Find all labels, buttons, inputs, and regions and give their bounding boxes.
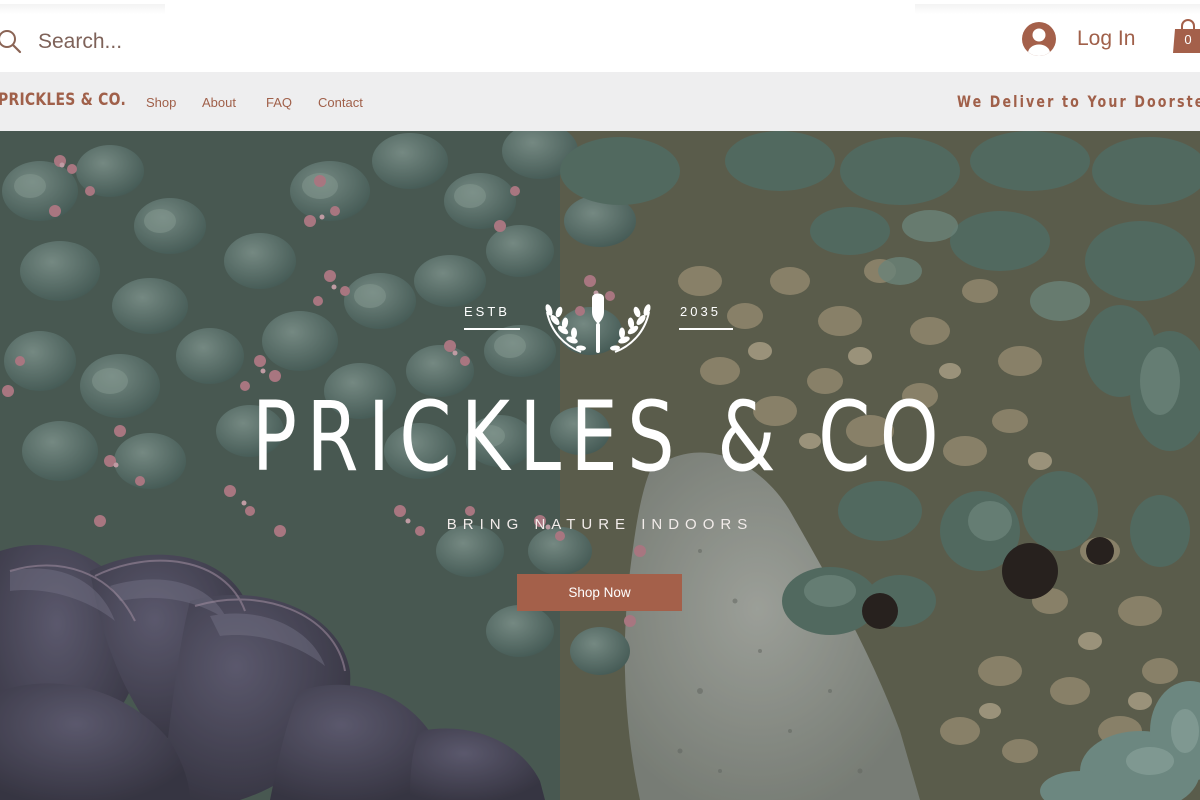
nav-item-shop[interactable]: Shop [146, 95, 176, 110]
search-box[interactable] [0, 4, 165, 68]
login-button[interactable]: Log In [1022, 21, 1135, 57]
top-header: Log In 0 [0, 0, 1200, 72]
shop-now-button[interactable]: Shop Now [517, 574, 682, 611]
nav-item-about[interactable]: About [202, 95, 236, 110]
delivery-tagline: We Deliver to Your Doorstep [957, 92, 1200, 111]
shovel-laurel-emblem-icon [545, 293, 651, 353]
hero-subtitle: BRING NATURE INDOORS [446, 516, 754, 533]
main-navigation: PRICKLES & CO. Shop About FAQ Contact We… [0, 72, 1200, 131]
user-avatar-icon[interactable] [1022, 22, 1056, 56]
estb-year: 2035 [680, 304, 721, 319]
brand-logo[interactable]: PRICKLES & CO. [0, 90, 126, 110]
search-input[interactable] [38, 24, 163, 60]
cart-count: 0 [1184, 32, 1192, 47]
login-label[interactable]: Log In [1077, 27, 1135, 51]
hero-section: ESTB 2035 PRICKLES & CO BRING NATURE IND… [0, 131, 1200, 800]
emblem-divider-right [679, 328, 733, 330]
nav-item-contact[interactable]: Contact [318, 95, 363, 110]
nav-item-faq[interactable]: FAQ [266, 95, 292, 110]
search-icon[interactable] [0, 29, 23, 55]
cart-button[interactable]: 0 [1173, 18, 1200, 54]
estb-label: ESTB [464, 304, 510, 319]
emblem-divider-left [464, 328, 520, 330]
hero-title: PRICKLES & CO [251, 381, 949, 493]
